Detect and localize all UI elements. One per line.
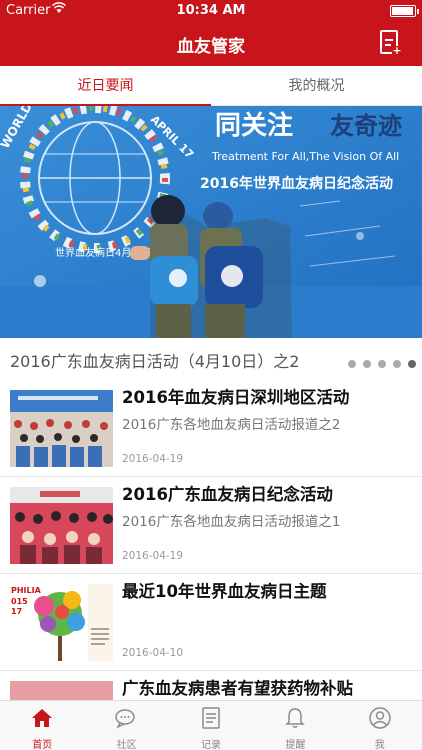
bottom-tab-bar: 首页 社区 记录 提醒 我	[0, 700, 422, 750]
segment-tabs: 近日要闻 我的概况	[0, 66, 422, 106]
home-icon	[32, 709, 52, 727]
status-time: 10:34 AM	[176, 3, 246, 18]
tabbar-reminders[interactable]: 提醒	[253, 701, 337, 750]
page-dot[interactable]	[393, 360, 401, 368]
banner-image: WORLD APRIL 17 世界血友病日4月17日 同关注 友奇迹 Treat…	[0, 106, 422, 338]
status-bar: Carrier 10:34 AM	[0, 0, 422, 22]
news-subtitle: 2016广东各地血友病日活动报道之2	[122, 417, 341, 433]
thumb-text-year: 015	[11, 597, 28, 606]
news-thumbnail	[10, 487, 113, 564]
news-thumbnail: PHILIA 015 17	[10, 584, 113, 661]
tabbar-community[interactable]: 社区	[84, 701, 168, 750]
page-dot[interactable]	[348, 360, 356, 368]
poster-slogan: Treatment For All,The Vision Of All	[211, 150, 399, 163]
tab-my-overview[interactable]: 我的概况	[211, 66, 422, 106]
news-item[interactable]: 2016年血友病日深圳地区活动 2016广东各地血友病日活动报道之2 2016-…	[0, 380, 422, 477]
news-date: 2016-04-10	[122, 647, 184, 659]
news-title: 2016广东血友病日纪念活动	[122, 485, 333, 504]
news-thumbnail	[10, 681, 113, 700]
tabbar-home[interactable]: 首页	[0, 701, 84, 750]
banner-caption[interactable]: 2016广东血友病日活动（4月10日）之2	[10, 348, 299, 372]
news-title: 2016年血友病日深圳地区活动	[122, 388, 350, 407]
banner-carousel[interactable]: WORLD APRIL 17 世界血友病日4月17日 同关注 友奇迹 Treat…	[0, 106, 422, 338]
tabbar-me-label: 我	[374, 740, 385, 750]
app-header: Carrier 10:34 AM 血友管家 +	[0, 0, 422, 66]
poster-event-title: 2016年世界血友病日纪念活动	[200, 175, 393, 192]
news-item[interactable]: 广东血友病患者有望获药物补贴	[0, 671, 422, 700]
bell-icon	[285, 708, 305, 728]
news-title: 最近10年世界血友病日主题	[122, 582, 327, 601]
new-document-icon[interactable]: +	[380, 30, 402, 56]
poster-heading-left: 同关注	[215, 110, 293, 141]
news-list: 2016年血友病日深圳地区活动 2016广东各地血友病日活动报道之2 2016-…	[0, 380, 422, 700]
page-dot-active[interactable]	[408, 360, 416, 368]
news-date: 2016-04-19	[122, 550, 184, 562]
page-title: 血友管家	[177, 37, 245, 57]
news-item[interactable]: 2016广东血友病日纪念活动 2016广东各地血友病日活动报道之1 2016-0…	[0, 477, 422, 574]
news-thumbnail	[10, 390, 113, 467]
page-indicator[interactable]	[341, 353, 416, 372]
news-title: 广东血友病患者有望获药物补贴	[122, 679, 353, 698]
page-dot[interactable]	[378, 360, 386, 368]
banner-caption-bar: 2016广东血友病日活动（4月10日）之2	[0, 338, 422, 380]
tabbar-records[interactable]: 记录	[169, 701, 253, 750]
news-item[interactable]: PHILIA 015 17 最近10年世界血友病日主题 2016-04-10	[0, 574, 422, 671]
battery-icon	[390, 5, 419, 17]
user-icon	[368, 707, 391, 729]
tabbar-records-label: 记录	[200, 740, 221, 750]
tabbar-community-label: 社区	[116, 740, 137, 750]
news-date: 2016-04-19	[122, 453, 184, 465]
tabbar-reminders-label: 提醒	[285, 740, 306, 750]
tabbar-me[interactable]: 我	[338, 701, 422, 750]
chat-bubbles-icon	[115, 709, 136, 729]
tab-recent-news[interactable]: 近日要闻	[0, 66, 211, 106]
poster-heading-right: 友奇迹	[330, 112, 402, 140]
tabbar-home-label: 首页	[32, 740, 53, 750]
thumb-text-philia: PHILIA	[11, 586, 42, 595]
record-document-icon	[202, 707, 220, 729]
thumb-text-day: 17	[11, 607, 22, 616]
page-dot[interactable]	[363, 360, 371, 368]
news-subtitle: 2016广东各地血友病日活动报道之1	[122, 514, 341, 530]
